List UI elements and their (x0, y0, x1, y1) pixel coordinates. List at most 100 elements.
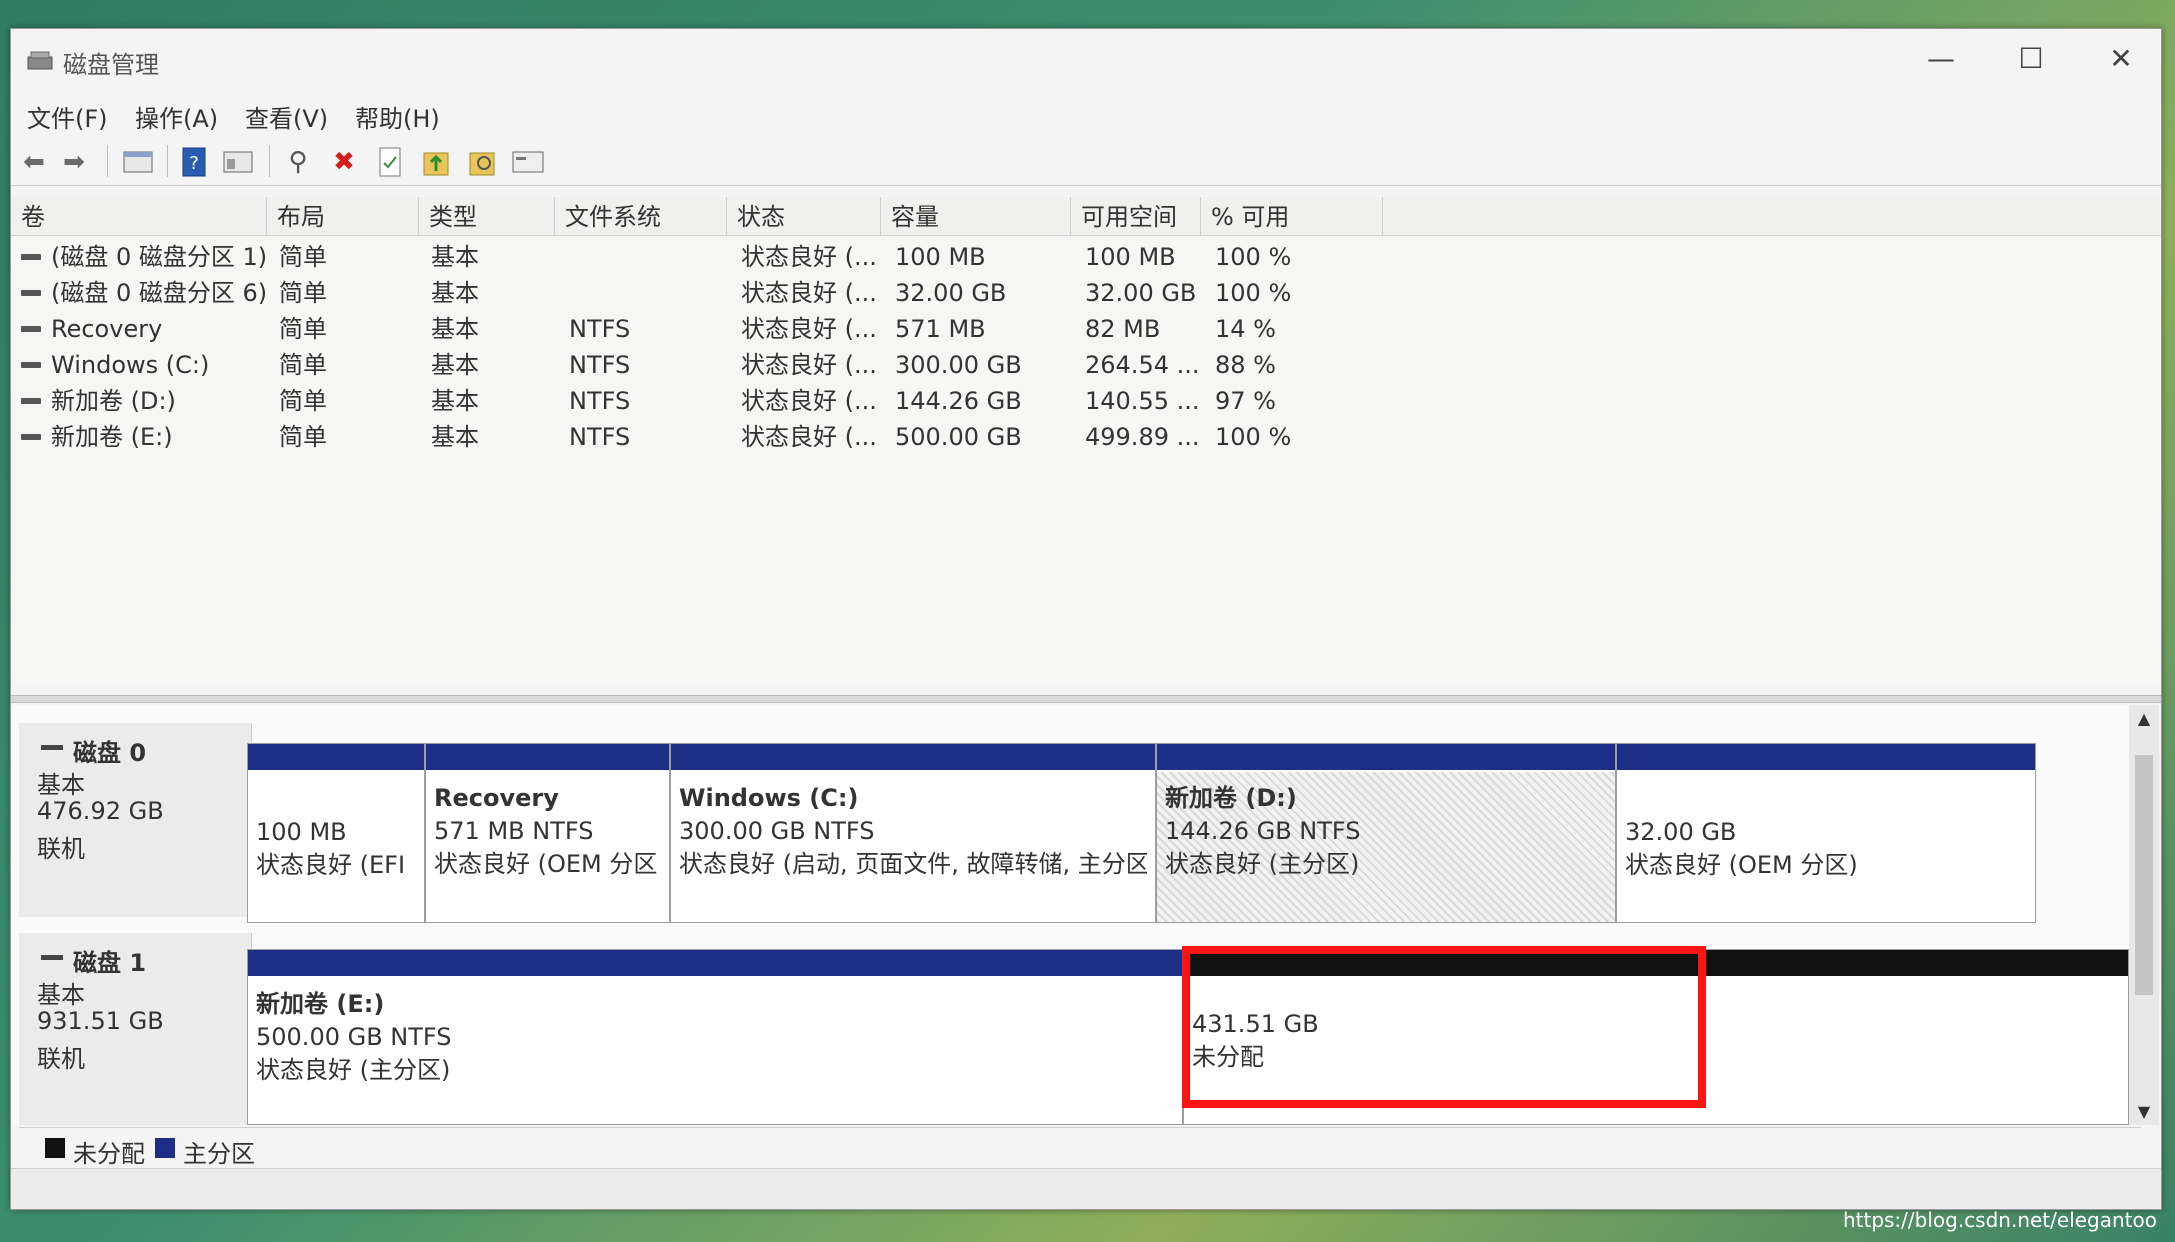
cell-percent-free: 88 % (1215, 351, 1276, 379)
partition-title: Windows (C:) (679, 784, 859, 812)
status-bar (11, 1168, 2161, 1209)
column-header-type[interactable]: 类型 (419, 197, 555, 235)
cell-filesystem: NTFS (569, 351, 631, 379)
partition-bar (426, 744, 669, 770)
cell-capacity: 32.00 GB (895, 279, 1007, 307)
partition-bar (1617, 744, 2035, 770)
column-header-percent-free[interactable]: % 可用 (1201, 197, 1383, 235)
column-header-capacity[interactable]: 容量 (881, 197, 1071, 235)
partition-status: 状态良好 (EFI (256, 851, 406, 879)
scroll-thumb[interactable] (2135, 755, 2153, 995)
highlight-annotation-box (1182, 946, 1706, 1108)
delete-icon[interactable]: ✖ (327, 145, 361, 179)
partition-status: 状态良好 (启动, 页面文件, 故障转储, 主分区 (679, 850, 1147, 878)
disk-1-name: 磁盘 1 (73, 949, 147, 977)
partition-status: 状态良好 (主分区) (1165, 850, 1360, 878)
legend-primary-label: 主分区 (183, 1140, 255, 1168)
console-tree-icon[interactable] (121, 145, 155, 179)
column-header-status[interactable]: 状态 (727, 197, 881, 235)
disk-0-partition-c[interactable]: Windows (C:) 300.00 GB NTFS 状态良好 (启动, 页面… (670, 743, 1156, 923)
column-header-volume[interactable]: 卷 (11, 197, 267, 235)
rescan-icon[interactable] (465, 145, 499, 179)
disk-0-partition-efi[interactable]: 100 MB 状态良好 (EFI (247, 743, 425, 923)
disk-1-partition-e[interactable]: 新加卷 (E:) 500.00 GB NTFS 状态良好 (主分区) (247, 949, 1183, 1125)
partition-bar (248, 744, 424, 770)
column-header-free-space[interactable]: 可用空间 (1071, 197, 1201, 235)
cell-capacity: 571 MB (895, 315, 986, 343)
pane-splitter[interactable] (11, 695, 2161, 703)
table-row[interactable]: (磁盘 0 磁盘分区 6) 简单 基本 状态良好 (... 32.00 GB 3… (11, 275, 2161, 311)
back-arrow-icon[interactable]: ⬅ (17, 145, 51, 179)
table-row[interactable]: (磁盘 0 磁盘分区 1) 简单 基本 状态良好 (... 100 MB 100… (11, 239, 2161, 275)
volume-icon (21, 398, 41, 404)
partition-title: 新加卷 (D:) (1165, 784, 1297, 812)
disk-management-window: 磁盘管理 — ☐ ✕ 文件(F) 操作(A) 查看(V) 帮助(H) ⬅ ➡ ?… (10, 28, 2162, 1210)
cell-status: 状态良好 (... (741, 423, 877, 451)
table-row[interactable]: 新加卷 (D:) 简单 基本 NTFS 状态良好 (... 144.26 GB … (11, 383, 2161, 419)
table-row[interactable]: Recovery 简单 基本 NTFS 状态良好 (... 571 MB 82 … (11, 311, 2161, 347)
disk-0-label[interactable]: 磁盘 0 基本 476.92 GB 联机 (19, 723, 252, 917)
disk-management-icon (27, 51, 53, 70)
volume-list: 卷 布局 类型 文件系统 状态 容量 可用空间 % 可用 (磁盘 0 磁盘分区 … (11, 197, 2161, 685)
export-icon[interactable] (419, 145, 453, 179)
connect-icon[interactable]: ⚲ (281, 145, 315, 179)
partition-bar (248, 950, 1182, 976)
cell-percent-free: 97 % (1215, 387, 1276, 415)
table-row[interactable]: 新加卷 (E:) 简单 基本 NTFS 状态良好 (... 500.00 GB … (11, 419, 2161, 455)
menu-action[interactable]: 操作(A) (135, 99, 218, 134)
forward-arrow-icon[interactable]: ➡ (57, 145, 91, 179)
disk-0-partition-recovery[interactable]: Recovery 571 MB NTFS 状态良好 (OEM 分区 (425, 743, 670, 923)
volume-icon (21, 290, 41, 296)
cell-percent-free: 100 % (1215, 243, 1292, 271)
partition-bar (1157, 744, 1615, 770)
disk-0-type: 基本 (37, 771, 85, 799)
partition-size: 100 MB (256, 818, 347, 846)
minimize-button[interactable]: — (1901, 35, 1981, 81)
volume-icon (21, 254, 41, 260)
cell-status: 状态良好 (... (741, 279, 877, 307)
table-row[interactable]: Windows (C:) 简单 基本 NTFS 状态良好 (... 300.00… (11, 347, 2161, 383)
disk-1-label[interactable]: 磁盘 1 基本 931.51 GB 联机 (19, 933, 252, 1125)
properties-icon[interactable] (221, 145, 255, 179)
cell-free-space: 264.54 ... (1085, 351, 1200, 379)
cell-type: 基本 (431, 387, 479, 415)
legend-primary-swatch (155, 1138, 175, 1158)
disk-1-size: 931.51 GB (37, 1007, 164, 1035)
column-header-layout[interactable]: 布局 (267, 197, 419, 235)
menu-file[interactable]: 文件(F) (27, 99, 108, 134)
cell-capacity: 500.00 GB (895, 423, 1022, 451)
partition-size: 300.00 GB NTFS (679, 817, 875, 845)
scroll-down-icon[interactable]: ▼ (2129, 1102, 2159, 1121)
view-icon[interactable] (511, 145, 545, 179)
menu-view[interactable]: 查看(V) (245, 99, 328, 134)
cell-layout: 简单 (279, 243, 327, 271)
toolbar-separator (269, 145, 270, 177)
partition-size: 571 MB NTFS (434, 817, 594, 845)
disk-0-partition-oem[interactable]: 32.00 GB 状态良好 (OEM 分区) (1616, 743, 2036, 923)
cell-volume: 新加卷 (E:) (51, 423, 173, 451)
disk-view-scrollbar[interactable]: ▲ ▼ (2129, 705, 2159, 1125)
close-button[interactable]: ✕ (2081, 35, 2161, 81)
scroll-up-icon[interactable]: ▲ (2129, 709, 2159, 728)
toolbar: ⬅ ➡ ? ⚲ ✖ (11, 137, 2161, 186)
help-icon[interactable]: ? (177, 145, 211, 179)
maximize-button[interactable]: ☐ (1991, 35, 2071, 81)
cell-filesystem: NTFS (569, 423, 631, 451)
cell-percent-free: 100 % (1215, 279, 1292, 307)
cell-free-space: 499.89 ... (1085, 423, 1200, 451)
cell-layout: 简单 (279, 279, 327, 307)
cell-status: 状态良好 (... (741, 243, 877, 271)
volume-list-header: 卷 布局 类型 文件系统 状态 容量 可用空间 % 可用 (11, 197, 2161, 236)
refresh-icon[interactable] (373, 145, 407, 179)
menu-help[interactable]: 帮助(H) (355, 99, 440, 134)
cell-free-space: 32.00 GB (1085, 279, 1197, 307)
disk-0-partition-d[interactable]: 新加卷 (D:) 144.26 GB NTFS 状态良好 (主分区) (1156, 743, 1616, 923)
cell-volume: Recovery (51, 315, 163, 343)
title-bar: 磁盘管理 — ☐ ✕ (11, 29, 2161, 89)
legend-unallocated-swatch (45, 1138, 65, 1158)
disk-icon (41, 745, 63, 750)
legend: 未分配 主分区 (19, 1127, 2141, 1168)
legend-unallocated-label: 未分配 (73, 1140, 145, 1168)
column-header-filesystem[interactable]: 文件系统 (555, 197, 727, 235)
cell-free-space: 140.55 ... (1085, 387, 1200, 415)
